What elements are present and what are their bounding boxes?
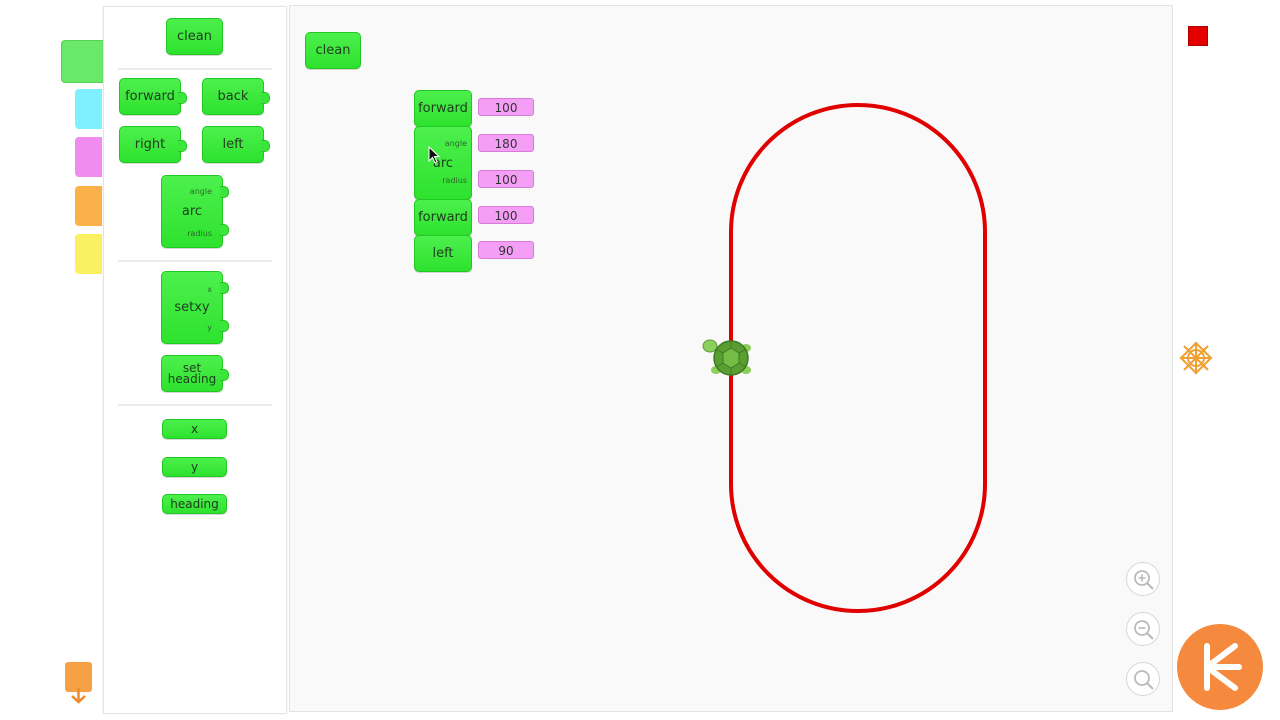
block-label: left: [432, 246, 454, 261]
block-label: clean: [315, 43, 351, 58]
mouse-cursor-icon: [428, 145, 441, 168]
left-angle-input[interactable]: 90: [478, 241, 534, 259]
program-forward-block[interactable]: forward: [414, 90, 472, 127]
arc-radius-input[interactable]: 100: [478, 170, 534, 188]
program-forward-block[interactable]: forward: [414, 199, 472, 236]
grid-icon[interactable]: [1178, 340, 1214, 376]
logo-icon: [1177, 624, 1263, 710]
arc-angle-input[interactable]: 180: [478, 134, 534, 152]
arc-radius-label: radius: [442, 176, 467, 185]
block-label: forward: [418, 101, 468, 116]
forward-distance-input[interactable]: 100: [478, 98, 534, 116]
canvas-clean-block[interactable]: clean: [305, 32, 361, 69]
zoom-reset-icon[interactable]: [1126, 662, 1160, 696]
program-arc-block[interactable]: arc angle radius: [414, 126, 472, 200]
stop-icon[interactable]: [1188, 26, 1208, 46]
block-label: forward: [418, 210, 468, 225]
turtle-icon: [700, 336, 756, 384]
turtle-path: [729, 103, 987, 613]
zoom-out-icon[interactable]: [1126, 612, 1160, 646]
zoom-in-icon[interactable]: [1126, 562, 1160, 596]
program-left-block[interactable]: left: [414, 235, 472, 272]
forward-distance-input[interactable]: 100: [478, 206, 534, 224]
arc-angle-label: angle: [444, 139, 467, 148]
